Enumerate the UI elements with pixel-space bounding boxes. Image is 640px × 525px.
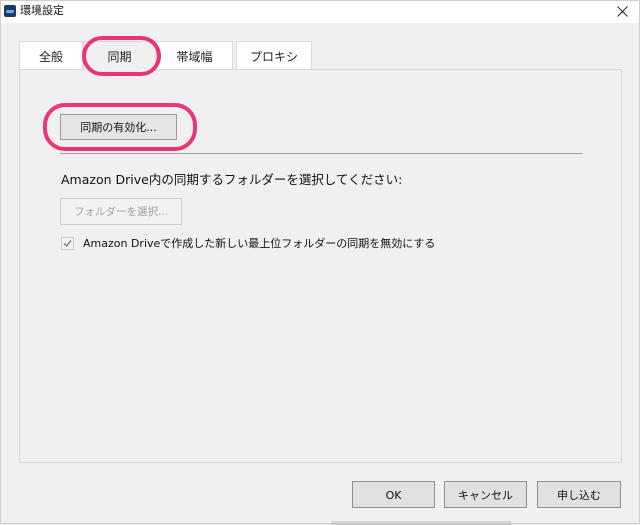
- ok-button[interactable]: OK: [352, 481, 435, 508]
- select-folders-prompt: Amazon Drive内の同期するフォルダーを選択してください:: [61, 172, 403, 187]
- disable-new-folders-checkbox[interactable]: [61, 237, 74, 250]
- background-window-edge: [331, 521, 511, 525]
- cancel-button[interactable]: キャンセル: [444, 481, 527, 508]
- tab-bandwidth[interactable]: 帯域幅: [156, 41, 233, 70]
- window-title: 環境設定: [20, 4, 64, 17]
- amazon-drive-icon: [4, 5, 16, 17]
- disable-new-folders-label: Amazon Driveで作成した新しい最上位フォルダーの同期を無効にする: [83, 237, 436, 250]
- close-icon: [617, 6, 628, 17]
- title-bar[interactable]: 環境設定: [1, 1, 639, 23]
- section-divider: [60, 153, 582, 154]
- close-button[interactable]: [603, 1, 639, 23]
- preferences-dialog: 環境設定 全般 同期 帯域幅 プロキシ 同期の有効化... Amazon Dri…: [0, 0, 640, 525]
- tab-sync[interactable]: 同期: [83, 41, 156, 71]
- select-folder-button[interactable]: フォルダーを選択...: [60, 198, 182, 225]
- enable-sync-button[interactable]: 同期の有効化...: [60, 114, 177, 140]
- tab-proxy[interactable]: プロキシ: [236, 41, 312, 70]
- tab-general[interactable]: 全般: [19, 41, 83, 70]
- checkmark-icon: [63, 240, 72, 248]
- apply-button[interactable]: 申し込む: [537, 481, 621, 508]
